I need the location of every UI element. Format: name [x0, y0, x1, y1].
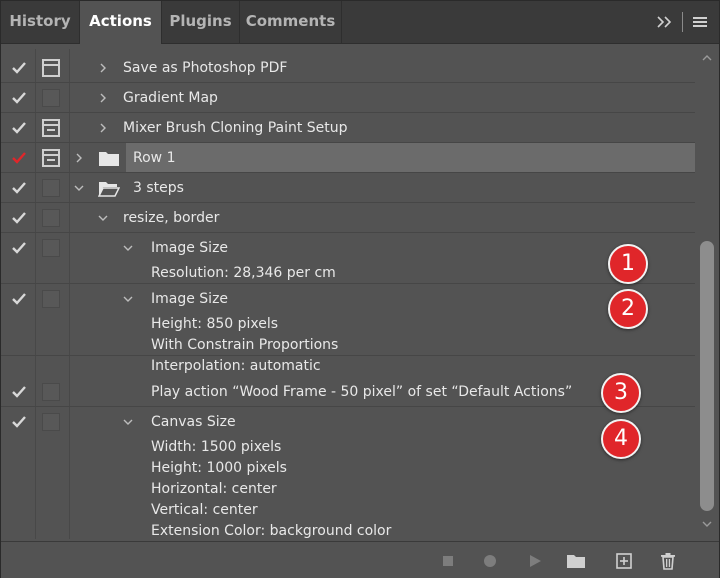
- command-row-image-size[interactable]: Image Size Height: 850 pixels With Const…: [1, 284, 695, 374]
- selection-highlight: [126, 143, 695, 172]
- checkmark-icon[interactable]: [11, 91, 27, 105]
- chevron-down-icon[interactable]: [122, 293, 134, 305]
- action-set-label: 3 steps: [133, 180, 184, 196]
- chevron-right-icon[interactable]: [97, 92, 109, 104]
- action-label: Save as Photoshop PDF: [123, 60, 288, 76]
- stop-icon[interactable]: [439, 552, 457, 570]
- folder-open-icon: [98, 182, 120, 197]
- checkmark-icon[interactable]: [11, 181, 27, 195]
- dialog-toggle-icon[interactable]: [42, 119, 60, 137]
- command-label: Play action “Wood Frame - 50 pixel” of s…: [151, 384, 573, 400]
- chevron-down-icon[interactable]: [122, 242, 134, 254]
- chevron-down-icon[interactable]: [122, 416, 134, 428]
- command-label: Canvas Size: [151, 414, 236, 430]
- tab-plugins[interactable]: Plugins: [162, 1, 240, 43]
- callout-badge-1: 1: [608, 244, 648, 284]
- delete-icon[interactable]: [659, 552, 677, 570]
- dialog-toggle-icon[interactable]: [42, 413, 60, 431]
- tab-bar-controls: [654, 1, 709, 43]
- dialog-toggle-icon[interactable]: [42, 209, 60, 227]
- action-row-save-as-pdf[interactable]: Save as Photoshop PDF: [1, 53, 695, 83]
- command-row-image-size[interactable]: Image Size Resolution: 28,346 per cm: [1, 233, 695, 284]
- chevron-right-icon[interactable]: [73, 152, 85, 164]
- new-action-icon[interactable]: [615, 552, 633, 570]
- tab-actions[interactable]: Actions: [80, 1, 162, 44]
- action-set-label: Row 1: [133, 150, 176, 166]
- play-icon[interactable]: [526, 552, 544, 570]
- command-detail: Width: 1500 pixels: [151, 439, 282, 455]
- command-detail: Height: 1000 pixels: [151, 460, 287, 476]
- checkmark-icon[interactable]: [11, 385, 27, 399]
- action-row-mixer-brush[interactable]: Mixer Brush Cloning Paint Setup: [1, 113, 695, 143]
- action-row-gradient-map[interactable]: Gradient Map: [1, 83, 695, 113]
- checkmark-icon[interactable]: [11, 211, 27, 225]
- command-detail: Horizontal: center: [151, 481, 277, 497]
- command-detail: Resolution: 28,346 per cm: [151, 265, 336, 281]
- callout-badge-2: 2: [608, 289, 648, 329]
- callout-badge-4: 4: [601, 419, 641, 459]
- command-detail: Extension Color: background color: [151, 523, 392, 539]
- dialog-toggle-icon[interactable]: [42, 239, 60, 257]
- command-detail: Interpolation: automatic: [151, 358, 321, 374]
- dialog-toggle-icon[interactable]: [42, 59, 60, 77]
- chevron-right-icon[interactable]: [97, 62, 109, 74]
- action-label: Gradient Map: [123, 90, 218, 106]
- checkmark-icon[interactable]: [11, 241, 27, 255]
- checkmark-icon[interactable]: [11, 415, 27, 429]
- command-detail: Vertical: center: [151, 502, 258, 518]
- action-set-3-steps[interactable]: 3 steps: [1, 173, 695, 203]
- command-row-canvas-size[interactable]: Canvas Size Width: 1500 pixels Height: 1…: [1, 407, 695, 539]
- expand-panels-icon[interactable]: [654, 12, 674, 32]
- chevron-down-icon[interactable]: [97, 212, 109, 224]
- dialog-toggle-icon[interactable]: [42, 179, 60, 197]
- scroll-down-icon[interactable]: [701, 519, 713, 529]
- chevron-down-icon[interactable]: [73, 182, 85, 194]
- dialog-toggle-icon[interactable]: [42, 89, 60, 107]
- folder-icon: [99, 152, 119, 166]
- checkmark-icon[interactable]: [11, 121, 27, 135]
- tab-history[interactable]: History: [1, 1, 80, 43]
- action-row-resize-border[interactable]: resize, border: [1, 203, 695, 233]
- checkmark-icon[interactable]: [11, 61, 27, 75]
- record-icon[interactable]: [481, 552, 499, 570]
- actions-list: Save as Photoshop PDF Gradient Map Mixer…: [1, 49, 695, 539]
- command-row-play-action[interactable]: Play action “Wood Frame - 50 pixel” of s…: [1, 377, 695, 407]
- checkmark-alert-icon[interactable]: [11, 151, 27, 165]
- checkmark-icon[interactable]: [11, 292, 27, 306]
- action-set-row-1[interactable]: Row 1: [1, 143, 695, 173]
- command-detail: Height: 850 pixels: [151, 316, 279, 332]
- dialog-toggle-icon[interactable]: [42, 383, 60, 401]
- actions-panel: History Actions Plugins Comments Save as…: [0, 0, 720, 578]
- panel-menu-icon[interactable]: [691, 14, 709, 30]
- command-detail: With Constrain Proportions: [151, 337, 339, 353]
- scrollbar-thumb[interactable]: [700, 241, 714, 511]
- new-set-icon[interactable]: [566, 552, 586, 570]
- action-label: resize, border: [123, 210, 220, 226]
- separator: [682, 12, 683, 32]
- bottom-toolbar: [1, 541, 719, 578]
- scroll-up-icon[interactable]: [701, 53, 713, 63]
- callout-badge-3: 3: [601, 373, 641, 413]
- command-label: Image Size: [151, 240, 229, 256]
- tab-bar: History Actions Plugins Comments: [1, 1, 719, 44]
- tab-comments[interactable]: Comments: [240, 1, 342, 43]
- chevron-right-icon[interactable]: [97, 122, 109, 134]
- dialog-toggle-icon[interactable]: [42, 149, 60, 167]
- command-label: Image Size: [151, 291, 229, 307]
- dialog-toggle-icon[interactable]: [42, 290, 60, 308]
- action-label: Mixer Brush Cloning Paint Setup: [123, 120, 348, 136]
